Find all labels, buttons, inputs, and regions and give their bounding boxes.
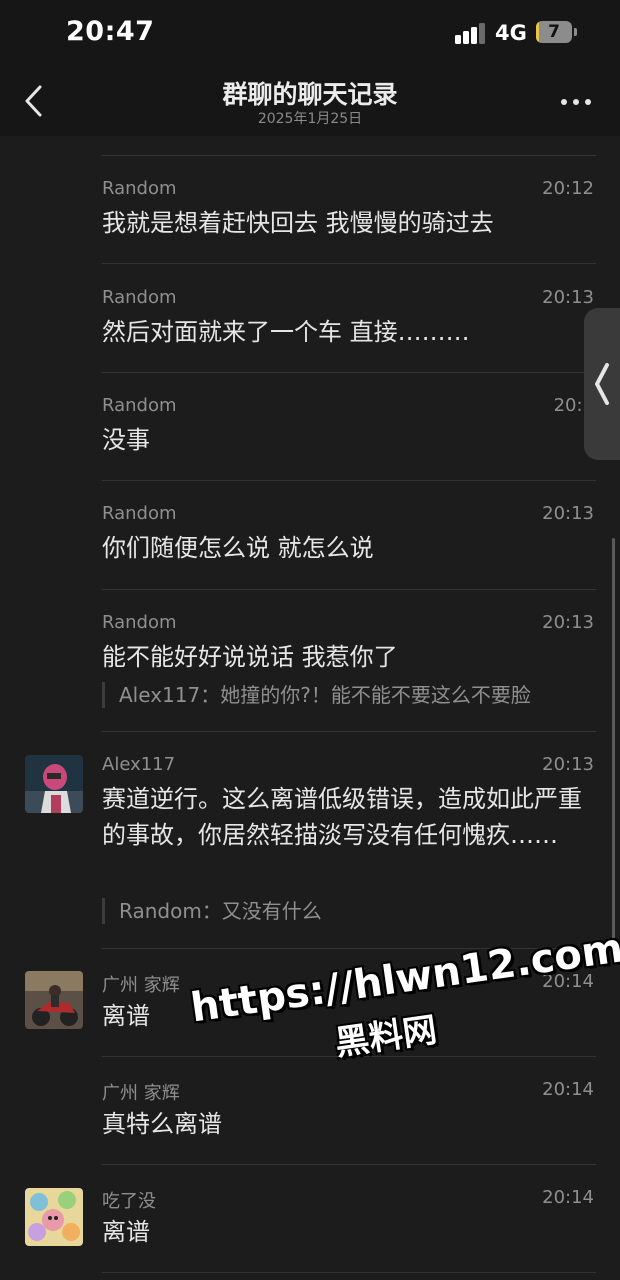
- message-text: 你们随便怎么说 就怎么说: [102, 534, 374, 562]
- chevron-left-icon: [595, 363, 609, 405]
- message-time: 20:13: [542, 754, 594, 775]
- message-text: 真特么离谱: [102, 1110, 222, 1138]
- message-item[interactable]: Random 20:13 你们随便怎么说 就怎么说: [0, 481, 620, 590]
- floating-side-handle[interactable]: [584, 308, 620, 460]
- network-type: 4G: [495, 21, 527, 45]
- message-item[interactable]: Random 20:13 能不能好好说说话 我惹你了 Alex117：她撞的你?…: [0, 590, 620, 732]
- page-subtitle-date: 2025年1月25日: [257, 111, 363, 127]
- message-sender: Random: [102, 503, 177, 524]
- message-sender: Random: [102, 395, 177, 416]
- message-list[interactable]: Random 20:12 我就是想着赶快回去 我慢慢的骑过去 Random 20…: [0, 136, 620, 1280]
- message-item[interactable]: Alex117 20:13 赛道逆行。这么离谱低级错误，造成如此严重的事故，你居…: [0, 732, 620, 949]
- scrollbar[interactable]: [612, 538, 615, 948]
- message-time: 20:13: [542, 612, 594, 633]
- cellular-signal-icon: [455, 22, 487, 44]
- message-sender: Random: [102, 612, 177, 633]
- message-item[interactable]: Random 20:12 我就是想着赶快回去 我慢慢的骑过去: [0, 156, 620, 264]
- ellipsis-icon[interactable]: [558, 92, 594, 110]
- battery-icon: 7: [536, 21, 577, 43]
- quoted-reply[interactable]: Alex117：她撞的你?！能不能不要这么不要脸: [102, 682, 599, 708]
- battery-level: 7: [548, 22, 560, 42]
- watermark-name: 黑料网: [332, 1010, 440, 1064]
- message-time: 20:13: [542, 503, 594, 524]
- avatar[interactable]: [25, 971, 83, 1029]
- message-time: 20:14: [542, 1187, 594, 1208]
- message-sender: 广州 家辉: [102, 975, 180, 996]
- message-text: 离谱: [102, 1218, 150, 1246]
- navigation-bar: 群聊的聊天记录 2025年1月25日: [0, 66, 620, 136]
- divider: [102, 1272, 596, 1273]
- message-sender: Alex117: [102, 754, 176, 775]
- message-sender: Random: [102, 178, 177, 199]
- message-sender: 吃了没: [102, 1191, 156, 1212]
- message-text: 没事: [102, 426, 150, 454]
- quoted-reply[interactable]: Random：又没有什么: [102, 898, 599, 924]
- message-item[interactable]: 吃了没 20:14 离谱: [0, 1165, 620, 1280]
- message-item[interactable]: Random 20:1 没事: [0, 373, 620, 481]
- message-text: 能不能好好说说话 我惹你了: [102, 643, 398, 671]
- message-time: 20:12: [542, 178, 594, 199]
- message-text: 我就是想着赶快回去 我慢慢的骑过去: [102, 209, 494, 237]
- message-sender: Random: [102, 287, 177, 308]
- message-text: 赛道逆行。这么离谱低级错误，造成如此严重的事故，你居然轻描淡写没有任何愧疚……: [102, 785, 582, 849]
- message-time: 20:14: [542, 1079, 594, 1100]
- message-text: 然后对面就来了一个车 直接………: [102, 318, 470, 346]
- avatar[interactable]: [25, 1188, 83, 1246]
- message-time: 20:13: [542, 287, 594, 308]
- page-title: 群聊的聊天记录: [222, 80, 398, 109]
- status-bar: 20:47 4G 7: [0, 0, 620, 66]
- chat-history-screen: 20:47 4G 7 群聊的聊天记录 2025年1月25日 Random 20:…: [0, 0, 620, 1280]
- avatar[interactable]: [25, 755, 83, 813]
- status-time: 20:47: [66, 16, 155, 47]
- message-sender: 广州 家辉: [102, 1083, 180, 1104]
- message-item[interactable]: Random 20:13 然后对面就来了一个车 直接………: [0, 264, 620, 373]
